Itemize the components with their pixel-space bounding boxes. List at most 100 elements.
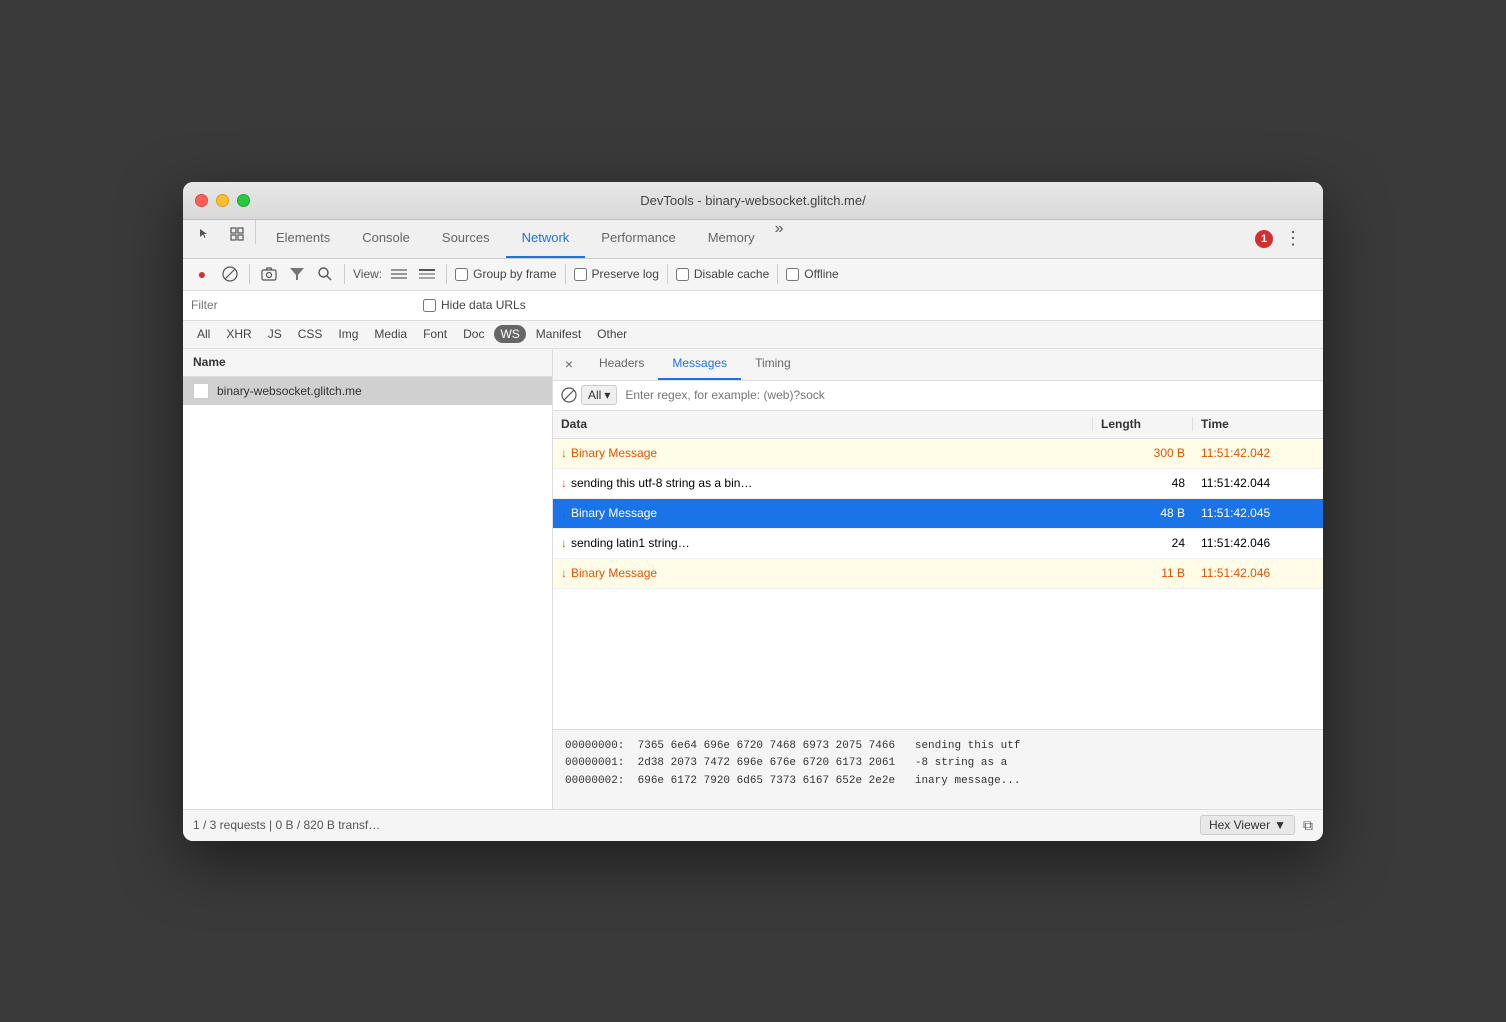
record-button[interactable]: ● xyxy=(191,263,213,285)
filter-xhr[interactable]: XHR xyxy=(220,325,257,343)
devtools-window: DevTools - binary-websocket.glitch.me/ E… xyxy=(183,182,1323,841)
block-icon xyxy=(561,387,577,403)
network-toolbar: ● View: xyxy=(183,259,1323,291)
cursor-icon[interactable] xyxy=(191,220,219,248)
toolbar-divider-6 xyxy=(777,264,778,284)
tab-console[interactable]: Console xyxy=(346,220,426,258)
hide-data-urls-checkbox[interactable] xyxy=(423,299,436,312)
filter-all[interactable]: All xyxy=(191,325,216,343)
arrow-icon: ↓ xyxy=(561,536,567,550)
close-button[interactable] xyxy=(195,194,208,207)
tab-headers[interactable]: Headers xyxy=(585,348,658,380)
hex-line: 00000000: 7365 6e64 696e 6720 7468 6973 … xyxy=(565,738,1311,756)
filter-font[interactable]: Font xyxy=(417,325,453,343)
detail-panel: × Headers Messages Timing xyxy=(553,349,1323,809)
more-tabs-button[interactable]: » xyxy=(771,220,788,258)
request-name: binary-websocket.glitch.me xyxy=(217,384,362,398)
offline-label: Offline xyxy=(804,267,838,281)
detail-tabs: × Headers Messages Timing xyxy=(553,349,1323,381)
offline-checkbox[interactable] xyxy=(786,268,799,281)
message-data: ↓sending this utf-8 string as a bin… xyxy=(553,476,1093,490)
message-time: 11:51:42.046 xyxy=(1193,536,1323,550)
status-bar: 1 / 3 requests | 0 B / 820 B transf… Hex… xyxy=(183,809,1323,841)
message-time: 11:51:42.045 xyxy=(1193,506,1323,520)
tab-performance[interactable]: Performance xyxy=(585,220,691,258)
toolbar-divider-3 xyxy=(446,264,447,284)
tab-memory[interactable]: Memory xyxy=(692,220,771,258)
traffic-lights xyxy=(195,194,250,207)
message-row[interactable]: ↓sending this utf-8 string as a bin… 48 … xyxy=(553,469,1323,499)
preserve-log-label: Preserve log xyxy=(592,267,659,281)
message-row[interactable]: ↓Binary Message 300 B 11:51:42.042 xyxy=(553,439,1323,469)
message-length: 300 B xyxy=(1093,446,1193,460)
preserve-log-checkbox[interactable] xyxy=(574,268,587,281)
tab-messages[interactable]: Messages xyxy=(658,348,741,380)
clear-button[interactable] xyxy=(219,263,241,285)
toolbar-divider-5 xyxy=(667,264,668,284)
minimize-button[interactable] xyxy=(216,194,229,207)
message-row[interactable]: ↓sending latin1 string… 24 11:51:42.046 xyxy=(553,529,1323,559)
tab-divider xyxy=(255,220,256,244)
tab-network[interactable]: Network xyxy=(506,220,586,258)
message-data: ↓Binary Message xyxy=(553,446,1093,460)
requests-panel: Name binary-websocket.glitch.me xyxy=(183,349,553,809)
detailed-view-button[interactable] xyxy=(416,263,438,285)
header-data: Data xyxy=(553,417,1093,431)
message-row[interactable]: ↓Binary Message 11 B 11:51:42.046 xyxy=(553,559,1323,589)
tab-timing[interactable]: Timing xyxy=(741,348,805,380)
requests-header: Name xyxy=(183,349,552,377)
group-by-frame-label: Group by frame xyxy=(473,267,556,281)
filter-media[interactable]: Media xyxy=(368,325,413,343)
status-right: Hex Viewer ▼ ⧉ xyxy=(1200,815,1313,835)
filter-ws[interactable]: WS xyxy=(494,325,525,343)
camera-button[interactable] xyxy=(258,263,280,285)
toolbar-divider-1 xyxy=(249,264,250,284)
arrow-icon: ↓ xyxy=(561,446,567,460)
toolbar-divider-2 xyxy=(344,264,345,284)
offline-option: Offline xyxy=(786,267,838,281)
request-item[interactable]: binary-websocket.glitch.me xyxy=(183,377,552,405)
group-by-frame-checkbox[interactable] xyxy=(455,268,468,281)
devtools-menu-icon[interactable]: ⋮ xyxy=(1279,225,1307,253)
filter-img[interactable]: Img xyxy=(332,325,364,343)
main-content: Name binary-websocket.glitch.me × Header… xyxy=(183,349,1323,809)
header-time: Time xyxy=(1193,417,1323,431)
hex-viewer-button[interactable]: Hex Viewer ▼ xyxy=(1200,815,1295,835)
filter-bar: Hide data URLs xyxy=(183,291,1323,321)
search-button[interactable] xyxy=(314,263,336,285)
arrow-icon: ↓ xyxy=(561,566,567,580)
tab-sources[interactable]: Sources xyxy=(426,220,506,258)
devtools-tabs: Elements Console Sources Network Perform… xyxy=(183,220,1323,259)
window-title: DevTools - binary-websocket.glitch.me/ xyxy=(640,193,865,208)
message-length: 48 xyxy=(1093,476,1193,490)
list-view-button[interactable] xyxy=(388,263,410,285)
message-time: 11:51:42.046 xyxy=(1193,566,1323,580)
maximize-button[interactable] xyxy=(237,194,250,207)
disable-cache-option: Disable cache xyxy=(676,267,769,281)
filter-other[interactable]: Other xyxy=(591,325,633,343)
close-detail-button[interactable]: × xyxy=(557,352,581,376)
message-length: 48 B xyxy=(1093,506,1193,520)
message-time: 11:51:42.044 xyxy=(1193,476,1323,490)
filter-button[interactable] xyxy=(286,263,308,285)
preserve-log-option: Preserve log xyxy=(574,267,659,281)
regex-input[interactable] xyxy=(625,388,1315,402)
inspect-icon[interactable] xyxy=(223,220,251,248)
message-length: 11 B xyxy=(1093,566,1193,580)
messages-filter-dropdown[interactable]: All ▾ xyxy=(581,385,617,405)
filter-input[interactable] xyxy=(191,298,411,312)
filter-js[interactable]: JS xyxy=(262,325,288,343)
message-row[interactable]: ↓Binary Message 48 B 11:51:42.045 xyxy=(553,499,1323,529)
filter-manifest[interactable]: Manifest xyxy=(530,325,587,343)
message-time: 11:51:42.042 xyxy=(1193,446,1323,460)
copy-button[interactable]: ⧉ xyxy=(1303,817,1313,834)
arrow-icon: ↓ xyxy=(561,476,567,490)
message-data: ↓Binary Message xyxy=(553,506,1093,520)
disable-cache-checkbox[interactable] xyxy=(676,268,689,281)
filter-doc[interactable]: Doc xyxy=(457,325,490,343)
tab-elements[interactable]: Elements xyxy=(260,220,346,258)
filter-css[interactable]: CSS xyxy=(292,325,329,343)
hex-line: 00000001: 2d38 2073 7472 696e 676e 6720 … xyxy=(565,755,1311,773)
toolbar-divider-4 xyxy=(565,264,566,284)
hex-line: 00000002: 696e 6172 7920 6d65 7373 6167 … xyxy=(565,773,1311,791)
